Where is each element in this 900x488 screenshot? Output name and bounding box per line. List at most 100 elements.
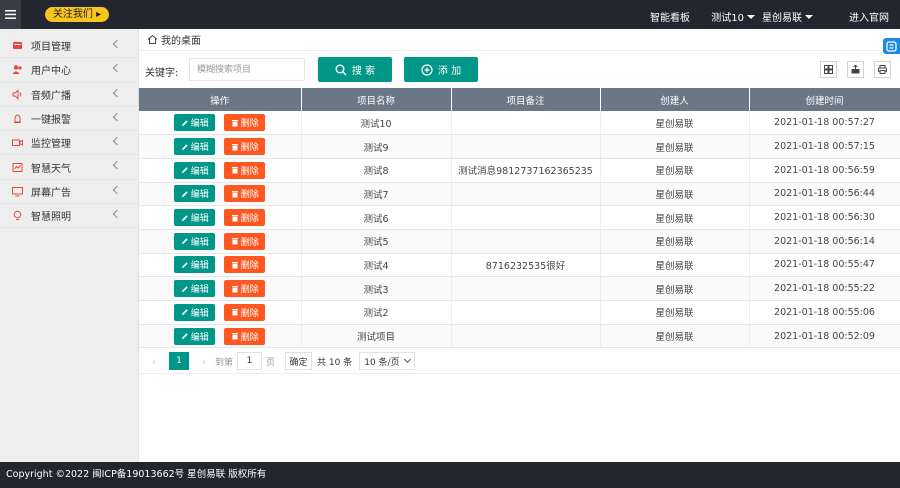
cell-project-note: 测试消息9812737162365235 (451, 158, 601, 183)
pencil-icon (181, 214, 188, 221)
chevron-left-icon (112, 64, 122, 73)
column-header-creator[interactable]: 创建人 (600, 88, 750, 111)
sidebar-item-screen-ads[interactable]: 屏幕广告 (0, 180, 138, 205)
cell-project-note: 8716232535很好 (451, 253, 601, 278)
follow-us-button[interactable]: 关注我们 ▸ (45, 7, 109, 22)
table-row: 编辑 删除 测试10 星创易联 2021-01-18 00:57:27 (139, 111, 900, 136)
pencil-icon (181, 238, 188, 245)
delete-button[interactable]: 删除 (224, 327, 266, 345)
next-page-button[interactable]: › (197, 355, 211, 368)
edit-button[interactable]: 编辑 (174, 185, 216, 203)
sidebar-item-users[interactable]: 用户中心 (0, 58, 138, 83)
bulb-icon (12, 210, 23, 221)
sidebar-item-weather[interactable]: 智慧天气 (0, 155, 138, 180)
row-actions: 编辑 删除 (139, 158, 302, 183)
sidebar-item-project[interactable]: 项目管理 (0, 34, 138, 59)
delete-button-label: 删除 (240, 332, 259, 343)
prev-page-button[interactable]: ‹ (147, 355, 161, 368)
column-header-time[interactable]: 创建时间 (749, 88, 900, 111)
search-button[interactable]: 搜 索 (318, 57, 392, 82)
main-content: 我的桌面 关键字: 搜 索 添 加 操作 项目名称 项目备注 (139, 29, 900, 462)
sidebar-item-lighting[interactable]: 智慧照明 (0, 204, 138, 229)
delete-button[interactable]: 删除 (224, 256, 266, 274)
add-button[interactable]: 添 加 (404, 57, 478, 82)
cell-created-time: 2021-01-18 00:56:30 (749, 205, 900, 230)
page-size-value: 10 条/页 (364, 357, 400, 368)
sidebar: 项目管理 用户中心 音频广播 一键报警 监控管理 智慧天气 屏幕广告 智慧照明 (0, 29, 139, 462)
search-input[interactable] (189, 58, 305, 81)
goto-page-input[interactable] (237, 352, 263, 370)
delete-button-label: 删除 (240, 308, 259, 319)
chevron-left-icon (112, 112, 122, 122)
follow-us-label: 关注我们 (52, 9, 93, 20)
print-icon (878, 65, 887, 74)
float-tool-button[interactable] (883, 38, 900, 54)
cell-creator: 星创易联 (600, 300, 750, 325)
delete-button[interactable]: 删除 (224, 185, 266, 203)
cell-project-name: 测试3 (301, 276, 452, 301)
sidebar-item-alarm[interactable]: 一键报警 (0, 107, 138, 132)
cell-project-note (451, 324, 601, 349)
cell-project-note (451, 111, 601, 136)
chevron-left-icon (112, 161, 122, 170)
delete-button[interactable]: 删除 (224, 280, 266, 298)
delete-button-label: 删除 (240, 261, 259, 272)
trash-icon (231, 143, 238, 151)
delete-button[interactable]: 删除 (224, 303, 266, 321)
sidebar-item-audio[interactable]: 音频广播 (0, 83, 138, 107)
edit-button[interactable]: 编辑 (174, 114, 216, 132)
alarm-icon (12, 113, 23, 124)
cell-project-name: 测试4 (301, 253, 452, 278)
menu-toggle-button[interactable] (0, 0, 21, 29)
edit-button[interactable]: 编辑 (174, 209, 216, 227)
export-button[interactable] (847, 61, 864, 78)
edit-button[interactable]: 编辑 (174, 161, 216, 179)
cell-created-time: 2021-01-18 00:57:27 (749, 111, 900, 136)
print-button[interactable] (874, 61, 891, 78)
nav-project-select[interactable]: 测试10 (711, 9, 755, 24)
search-button-label: 搜 索 (351, 66, 376, 77)
column-header-note[interactable]: 项目备注 (451, 88, 601, 111)
nav-official-site[interactable]: 进入官网 (849, 9, 889, 24)
table-row: 编辑 删除 测试5 星创易联 2021-01-18 00:56:14 (139, 229, 900, 254)
page-size-select[interactable]: 10 条/页 (359, 352, 416, 370)
nav-dashboard[interactable]: 智能看板 (650, 9, 690, 24)
edit-button[interactable]: 编辑 (174, 138, 216, 156)
edit-button[interactable]: 编辑 (174, 303, 216, 321)
breadcrumb-label[interactable]: 我的桌面 (161, 32, 201, 47)
nav-user-menu[interactable]: 星创易联 (762, 9, 813, 24)
columns-filter-button[interactable] (820, 61, 837, 78)
column-header-actions: 操作 (139, 88, 302, 111)
cell-creator: 星创易联 (600, 229, 750, 254)
delete-button-label: 删除 (240, 166, 259, 177)
delete-button[interactable]: 删除 (224, 209, 266, 227)
goto-confirm-button[interactable]: 确定 (285, 352, 313, 370)
pencil-icon (181, 333, 188, 340)
edit-button[interactable]: 编辑 (174, 327, 216, 345)
trash-icon (231, 333, 238, 340)
cell-project-note (451, 276, 601, 301)
speaker-icon (12, 89, 23, 100)
table-row: 编辑 删除 测试3 星创易联 2021-01-18 00:55:22 (139, 276, 900, 301)
pencil-icon (181, 309, 188, 316)
delete-button[interactable]: 删除 (224, 114, 266, 132)
edit-button[interactable]: 编辑 (174, 232, 216, 250)
delete-button[interactable]: 删除 (224, 138, 266, 156)
trash-icon (231, 238, 238, 245)
cell-created-time: 2021-01-18 00:55:47 (749, 253, 900, 278)
column-header-name[interactable]: 项目名称 (301, 88, 452, 111)
trash-icon (231, 214, 238, 222)
sidebar-item-monitor[interactable]: 监控管理 (0, 131, 138, 156)
pencil-icon (181, 191, 188, 197)
cell-project-name: 测试9 (301, 134, 452, 159)
edit-button[interactable]: 编辑 (174, 256, 216, 274)
sidebar-item-label: 智慧天气 (31, 163, 71, 175)
delete-button[interactable]: 删除 (224, 161, 266, 179)
edit-button[interactable]: 编辑 (174, 280, 216, 298)
cell-created-time: 2021-01-18 00:56:44 (749, 182, 900, 207)
export-icon (851, 65, 860, 74)
delete-button[interactable]: 删除 (224, 232, 266, 250)
table-header-row: 操作 项目名称 项目备注 创建人 创建时间 (139, 88, 900, 111)
page-number-current[interactable]: 1 (169, 352, 189, 370)
cell-created-time: 2021-01-18 00:52:09 (749, 324, 900, 349)
